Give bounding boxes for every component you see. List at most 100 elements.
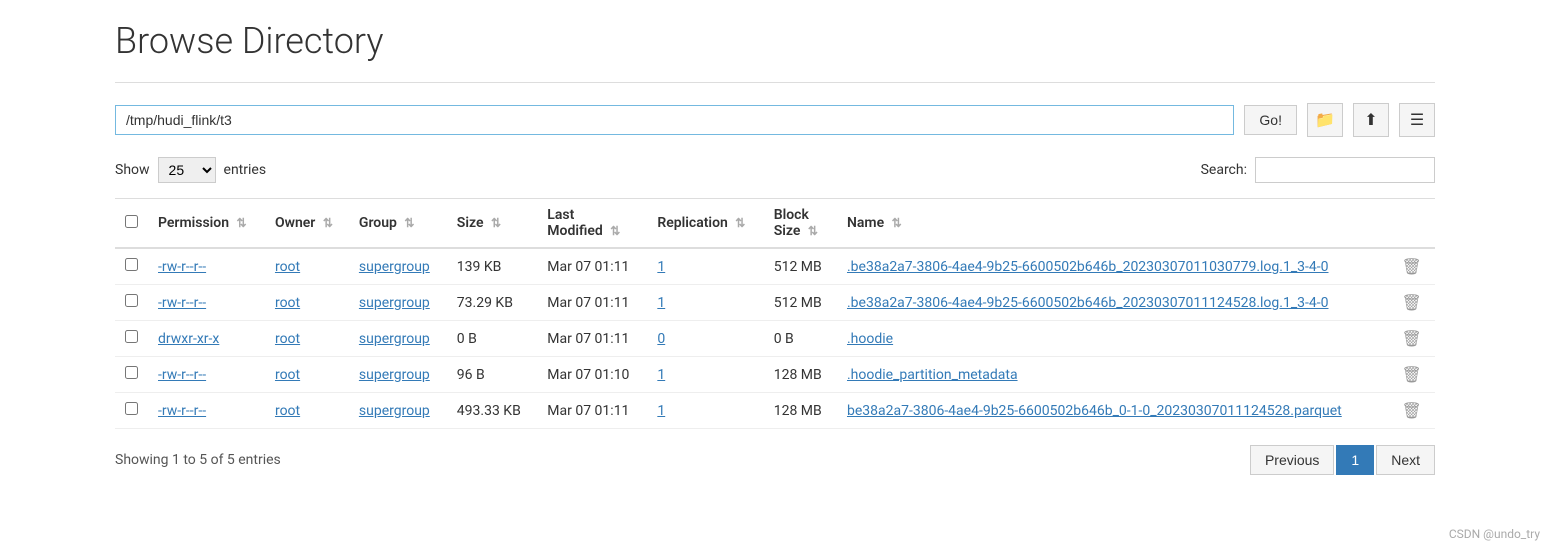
row-1-permission-link[interactable]: -rw-r--r--	[158, 295, 206, 311]
next-button[interactable]: Next	[1376, 445, 1435, 475]
row-4-owner[interactable]: root	[265, 393, 349, 429]
row-3-size: 96 B	[447, 357, 538, 393]
row-2-permission[interactable]: drwxr-xr-x	[148, 321, 265, 357]
row-3-permission[interactable]: -rw-r--r--	[148, 357, 265, 393]
row-3-checkbox[interactable]	[125, 366, 138, 379]
row-3-group[interactable]: supergroup	[349, 357, 447, 393]
path-input[interactable]	[115, 105, 1234, 135]
row-0-group[interactable]: supergroup	[349, 248, 447, 285]
row-2-permission-link[interactable]: drwxr-xr-x	[158, 331, 219, 347]
row-2-name[interactable]: .hoodie	[837, 321, 1392, 357]
row-0-replication[interactable]: 1	[647, 248, 763, 285]
list-icon-button[interactable]: ☰	[1399, 103, 1435, 137]
row-3-name[interactable]: .hoodie_partition_metadata	[837, 357, 1392, 393]
row-2-delete-button[interactable]: 🗑	[1402, 329, 1422, 348]
row-3-last-modified: Mar 07 01:10	[537, 357, 647, 393]
select-all-checkbox[interactable]	[125, 215, 138, 228]
row-3-delete-button[interactable]: 🗑	[1402, 365, 1422, 384]
row-3-replication[interactable]: 1	[647, 357, 763, 393]
row-4-group[interactable]: supergroup	[349, 393, 447, 429]
row-2-block-size: 0 B	[764, 321, 837, 357]
row-4-last-modified: Mar 07 01:11	[537, 393, 647, 429]
folder-icon: 📁	[1315, 110, 1335, 130]
col-owner[interactable]: Owner ⇅	[265, 199, 349, 249]
row-4-replication[interactable]: 1	[647, 393, 763, 429]
table-row: -rw-r--r--rootsupergroup73.29 KBMar 07 0…	[115, 285, 1435, 321]
row-0-checkbox-cell	[115, 248, 148, 285]
col-block-size[interactable]: BlockSize ⇅	[764, 199, 837, 249]
row-3-replication-link[interactable]: 1	[657, 367, 665, 383]
row-3-owner[interactable]: root	[265, 357, 349, 393]
row-3-owner-link[interactable]: root	[275, 367, 300, 383]
row-2-owner-link[interactable]: root	[275, 331, 300, 347]
row-4-permission[interactable]: -rw-r--r--	[148, 393, 265, 429]
row-0-owner[interactable]: root	[265, 248, 349, 285]
row-1-permission[interactable]: -rw-r--r--	[148, 285, 265, 321]
row-1-group[interactable]: supergroup	[349, 285, 447, 321]
showing-text: Showing 1 to 5 of 5 entries	[115, 452, 281, 468]
row-0-name[interactable]: .be38a2a7-3806-4ae4-9b25-6600502b646b_20…	[837, 248, 1392, 285]
row-1-owner-link[interactable]: root	[275, 295, 300, 311]
col-replication[interactable]: Replication ⇅	[647, 199, 763, 249]
row-3-permission-link[interactable]: -rw-r--r--	[158, 367, 206, 383]
pagination: Previous 1 Next	[1250, 445, 1435, 475]
row-4-name[interactable]: be38a2a7-3806-4ae4-9b25-6600502b646b_0-1…	[837, 393, 1392, 429]
watermark: CSDN @undo_try	[1449, 527, 1540, 541]
row-1-name-link[interactable]: .be38a2a7-3806-4ae4-9b25-6600502b646b_20…	[847, 295, 1329, 311]
row-1-owner[interactable]: root	[265, 285, 349, 321]
row-4-permission-link[interactable]: -rw-r--r--	[158, 403, 206, 419]
row-1-replication[interactable]: 1	[647, 285, 763, 321]
row-3-checkbox-cell	[115, 357, 148, 393]
col-name[interactable]: Name ⇅	[837, 199, 1392, 249]
row-1-replication-link[interactable]: 1	[657, 295, 665, 311]
folder-icon-button[interactable]: 📁	[1307, 103, 1343, 137]
row-3-group-link[interactable]: supergroup	[359, 367, 430, 383]
row-0-permission[interactable]: -rw-r--r--	[148, 248, 265, 285]
search-input[interactable]	[1255, 157, 1435, 183]
row-4-replication-link[interactable]: 1	[657, 403, 665, 419]
row-0-checkbox[interactable]	[125, 258, 138, 271]
row-3-delete-cell: 🗑	[1392, 357, 1435, 393]
row-4-delete-button[interactable]: 🗑	[1402, 401, 1422, 420]
sort-icon-name: ⇅	[892, 216, 902, 230]
table-row: -rw-r--r--rootsupergroup493.33 KBMar 07 …	[115, 393, 1435, 429]
col-group[interactable]: Group ⇅	[349, 199, 447, 249]
row-1-checkbox[interactable]	[125, 294, 138, 307]
row-0-owner-link[interactable]: root	[275, 259, 300, 275]
previous-button[interactable]: Previous	[1250, 445, 1334, 475]
footer-row: Showing 1 to 5 of 5 entries Previous 1 N…	[115, 445, 1435, 475]
sort-icon-permission: ⇅	[237, 216, 247, 230]
row-0-group-link[interactable]: supergroup	[359, 259, 430, 275]
go-button[interactable]: Go!	[1244, 105, 1297, 135]
row-1-name[interactable]: .be38a2a7-3806-4ae4-9b25-6600502b646b_20…	[837, 285, 1392, 321]
row-0-delete-button[interactable]: 🗑	[1402, 257, 1422, 276]
row-4-owner-link[interactable]: root	[275, 403, 300, 419]
col-last-modified[interactable]: LastModified ⇅	[537, 199, 647, 249]
file-table: Permission ⇅ Owner ⇅ Group ⇅ Size ⇅ Last…	[115, 198, 1435, 429]
row-2-group[interactable]: supergroup	[349, 321, 447, 357]
row-2-group-link[interactable]: supergroup	[359, 331, 430, 347]
row-1-group-link[interactable]: supergroup	[359, 295, 430, 311]
col-actions	[1392, 199, 1435, 249]
col-permission[interactable]: Permission ⇅	[148, 199, 265, 249]
row-2-replication-link[interactable]: 0	[657, 331, 665, 347]
row-3-name-link[interactable]: .hoodie_partition_metadata	[847, 367, 1018, 383]
entries-select[interactable]: 10 25 50 100	[158, 157, 216, 183]
controls-row: Show 10 25 50 100 entries Search:	[115, 157, 1435, 183]
row-0-name-link[interactable]: .be38a2a7-3806-4ae4-9b25-6600502b646b_20…	[847, 259, 1329, 275]
row-2-name-link[interactable]: .hoodie	[847, 331, 893, 347]
row-4-checkbox[interactable]	[125, 402, 138, 415]
row-1-delete-button[interactable]: 🗑	[1402, 293, 1422, 312]
row-0-permission-link[interactable]: -rw-r--r--	[158, 259, 206, 275]
row-0-replication-link[interactable]: 1	[657, 259, 665, 275]
row-1-delete-cell: 🗑	[1392, 285, 1435, 321]
row-2-replication[interactable]: 0	[647, 321, 763, 357]
row-4-name-link[interactable]: be38a2a7-3806-4ae4-9b25-6600502b646b_0-1…	[847, 403, 1342, 419]
col-size[interactable]: Size ⇅	[447, 199, 538, 249]
row-2-owner[interactable]: root	[265, 321, 349, 357]
upload-icon-button[interactable]: ⬆	[1353, 103, 1389, 137]
select-all-header[interactable]	[115, 199, 148, 249]
row-4-group-link[interactable]: supergroup	[359, 403, 430, 419]
page-1-button[interactable]: 1	[1336, 445, 1374, 475]
row-2-checkbox[interactable]	[125, 330, 138, 343]
